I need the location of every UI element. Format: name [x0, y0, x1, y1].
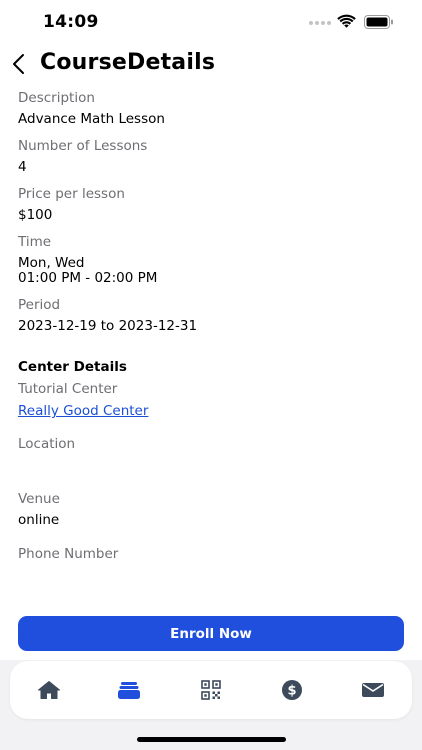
phone-label: Phone Number	[18, 546, 119, 562]
back-button[interactable]	[6, 50, 30, 78]
tab-courses[interactable]	[116, 679, 142, 701]
tab-messages[interactable]	[360, 679, 386, 701]
status-bar: 14:09	[0, 0, 422, 46]
venue-value: online	[18, 512, 60, 528]
time-days: Mon, Wed	[18, 255, 85, 271]
period-value: 2023-12-19 to 2023-12-31	[18, 318, 198, 334]
description-label: Description	[18, 90, 95, 106]
price-label: Price per lesson	[18, 186, 125, 202]
svg-text:$: $	[287, 684, 296, 699]
center-details-title: Center Details	[18, 359, 127, 375]
page-title: CourseDetails	[40, 50, 216, 75]
tutorial-center-link[interactable]: Really Good Center	[18, 403, 148, 419]
nav-header: CourseDetails	[0, 48, 422, 82]
lessons-value: 4	[18, 159, 27, 175]
tutorial-center-label: Tutorial Center	[18, 381, 118, 397]
period-label: Period	[18, 297, 61, 313]
price-value: $100	[18, 207, 53, 223]
qr-code-icon	[201, 680, 221, 700]
courses-icon	[118, 682, 140, 699]
tab-home[interactable]	[36, 679, 62, 701]
home-indicator	[137, 737, 286, 742]
tab-bar: $	[10, 661, 412, 719]
lessons-label: Number of Lessons	[18, 138, 148, 154]
chevron-left-icon	[13, 54, 24, 74]
battery-icon	[364, 15, 393, 29]
venue-label: Venue	[18, 491, 60, 507]
home-icon	[38, 681, 60, 699]
mail-icon	[362, 683, 384, 697]
cellular-signal-icon	[309, 21, 331, 25]
dollar-icon: $	[282, 680, 302, 700]
time-label: Time	[18, 234, 52, 250]
tab-payments[interactable]: $	[279, 679, 305, 701]
description-value: Advance Math Lesson	[18, 111, 165, 127]
wifi-icon	[337, 14, 356, 28]
location-label: Location	[18, 436, 76, 452]
time-range: 01:00 PM - 02:00 PM	[18, 270, 158, 286]
enroll-now-button[interactable]: Enroll Now	[18, 616, 404, 651]
tab-qr-code[interactable]	[198, 679, 224, 701]
status-time: 14:09	[43, 12, 99, 32]
